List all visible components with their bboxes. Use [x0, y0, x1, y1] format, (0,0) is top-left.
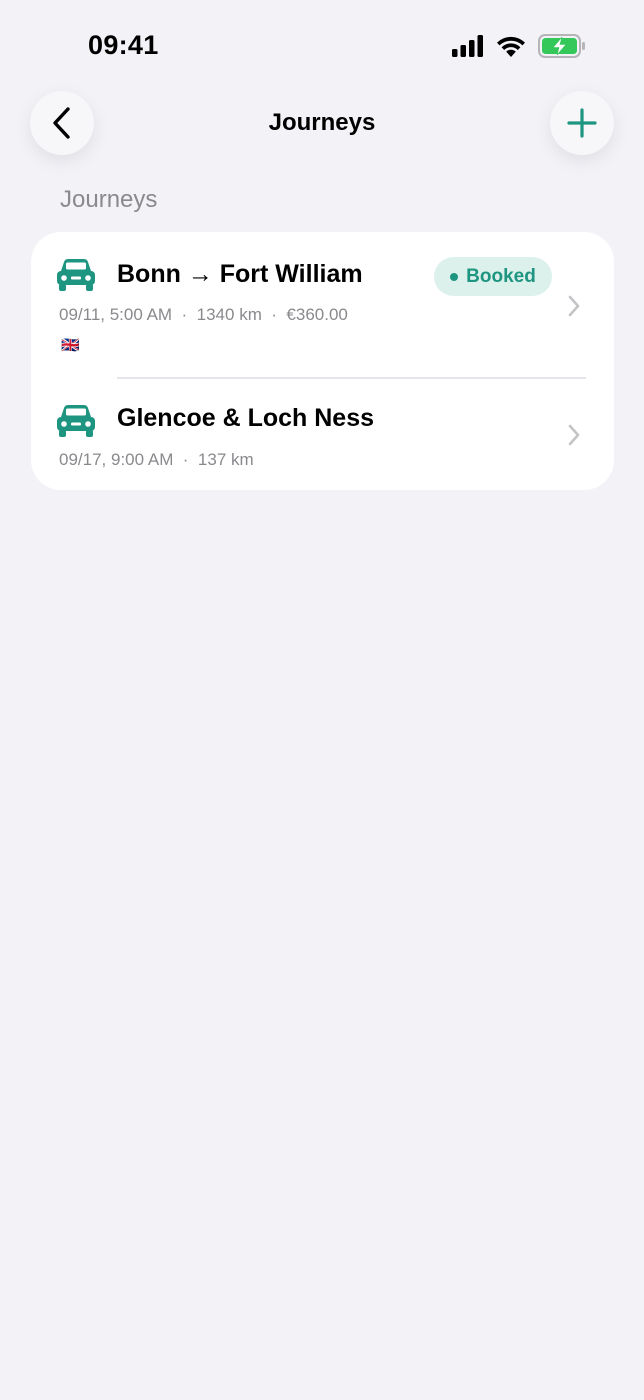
country-flag: 🇬🇧	[61, 337, 80, 354]
chevron-right-icon	[568, 424, 580, 446]
add-journey-button[interactable]	[550, 91, 614, 155]
wifi-icon	[497, 36, 525, 57]
battery-charging-icon	[538, 34, 585, 58]
journey-row[interactable]: Glencoe & Loch Ness 09/17, 9:00 AM · 137…	[31, 378, 614, 490]
cellular-signal-icon	[452, 35, 483, 57]
journeys-card: Bonn → Fort William Booked 09/11, 5:00 A…	[31, 232, 614, 490]
journey-title: Glencoe & Loch Ness	[117, 404, 375, 432]
status-badge-label: Booked	[466, 265, 536, 287]
journey-meta: 09/11, 5:00 AM · 1340 km · €360.00	[59, 305, 348, 324]
status-icons	[452, 34, 586, 58]
status-bar: 09:41	[0, 0, 644, 90]
journey-title: Bonn → Fort William	[117, 260, 363, 288]
car-icon	[57, 259, 95, 291]
journey-row[interactable]: Bonn → Fort William Booked 09/11, 5:00 A…	[31, 232, 614, 378]
journey-meta: 09/17, 9:00 AM · 137 km	[59, 450, 254, 469]
plus-icon	[567, 108, 597, 138]
status-time: 09:41	[88, 30, 159, 60]
chevron-right-icon	[568, 295, 580, 317]
status-badge: Booked	[434, 257, 552, 296]
page-title: Journeys	[268, 109, 376, 136]
status-dot	[450, 272, 459, 281]
car-icon	[57, 405, 95, 437]
section-header: Journeys	[60, 186, 158, 213]
